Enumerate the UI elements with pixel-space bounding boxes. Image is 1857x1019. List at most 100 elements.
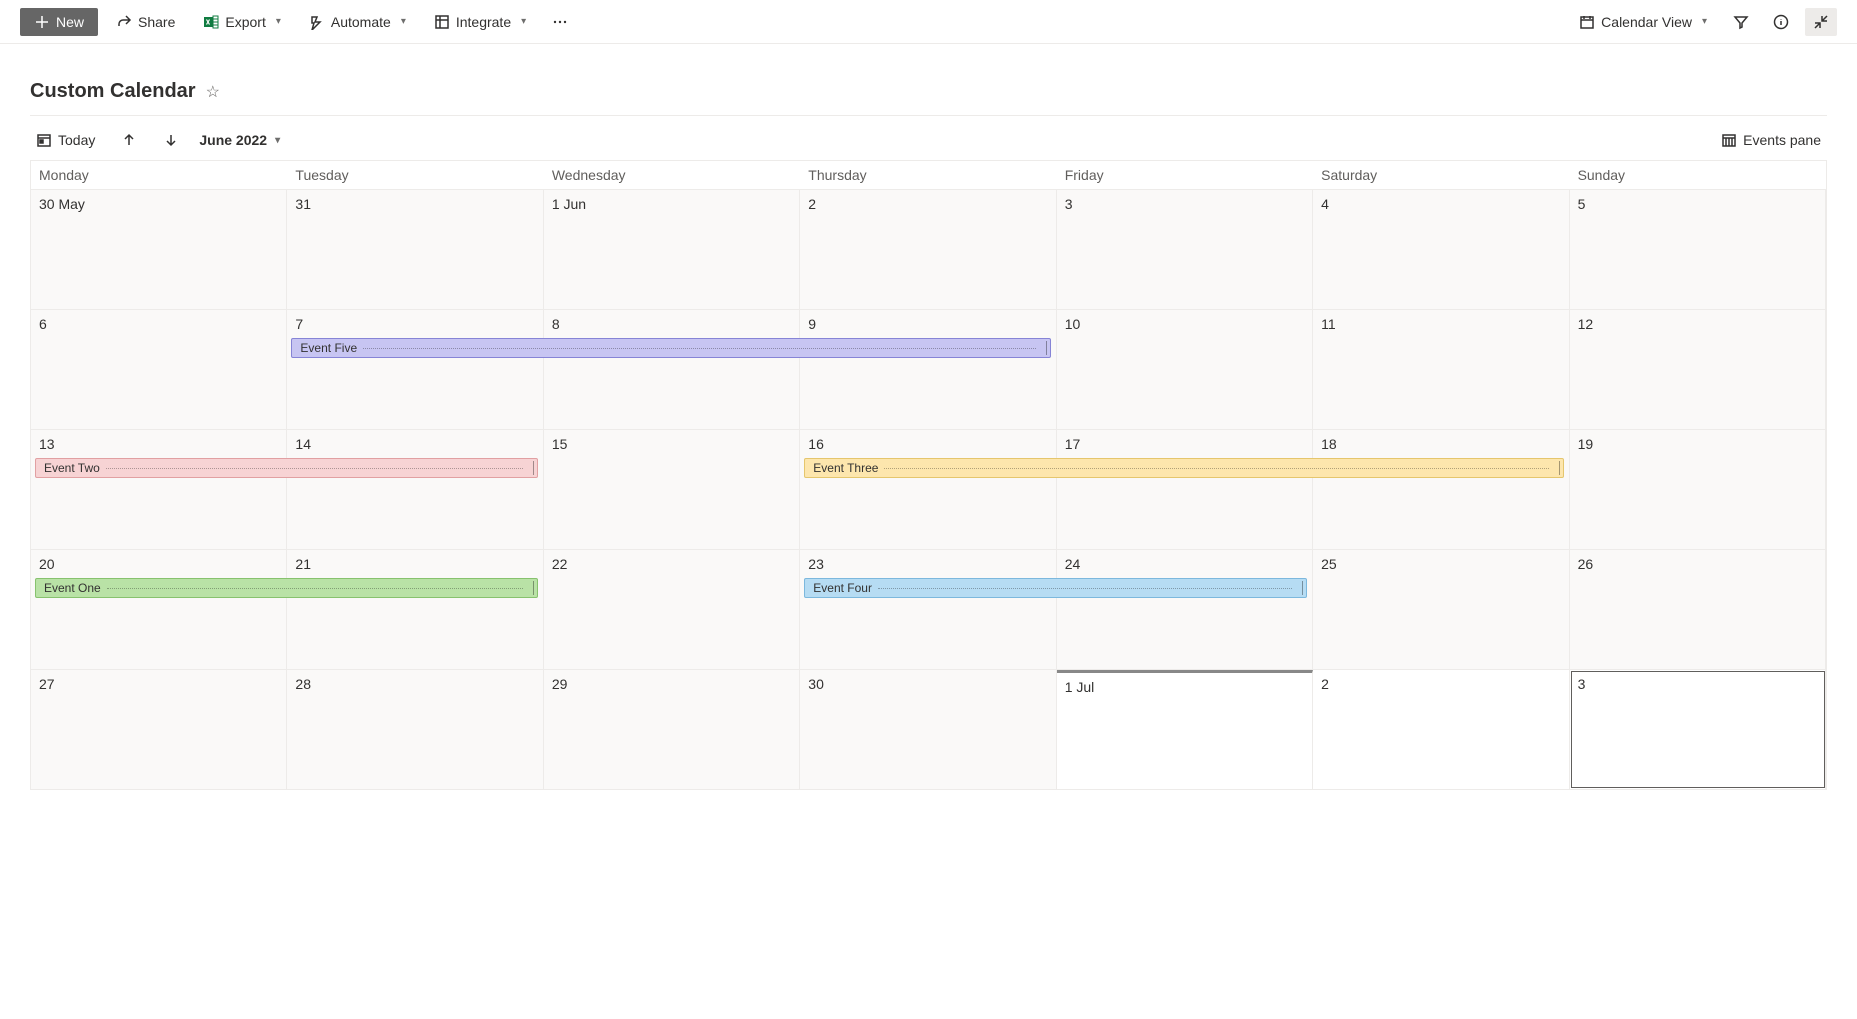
day-cell[interactable]: 2 — [800, 190, 1056, 309]
day-cell[interactable]: 15 — [544, 430, 800, 549]
event-bar[interactable]: Event Five — [291, 338, 1050, 358]
info-icon — [1773, 14, 1789, 30]
day-cell[interactable]: 13 — [31, 430, 287, 549]
day-cell[interactable]: 10 — [1057, 310, 1313, 429]
export-button[interactable]: Export ▾ — [193, 8, 291, 36]
month-label: June 2022 — [199, 132, 267, 148]
day-cell[interactable]: 20 — [31, 550, 287, 669]
day-cell[interactable]: 26 — [1570, 550, 1826, 669]
automate-icon — [309, 14, 325, 30]
integrate-button[interactable]: Integrate ▾ — [424, 8, 536, 36]
event-bar[interactable]: Event Four — [804, 578, 1307, 598]
automate-button-label: Automate — [331, 14, 391, 30]
day-cell[interactable]: 19 — [1570, 430, 1826, 549]
day-cell[interactable]: 3 — [1570, 670, 1826, 789]
day-cell[interactable]: 22 — [544, 550, 800, 669]
day-number: 21 — [295, 556, 311, 572]
weekday-header: Thursday — [800, 161, 1056, 189]
event-end-handle[interactable] — [533, 461, 534, 475]
day-cell[interactable]: 30 — [800, 670, 1056, 789]
page-title: Custom Calendar — [30, 80, 196, 103]
day-cell[interactable]: 28 — [287, 670, 543, 789]
chevron-down-icon: ▾ — [275, 135, 280, 146]
day-number: 11 — [1321, 316, 1336, 332]
day-cell[interactable]: 4 — [1313, 190, 1569, 309]
day-number: 29 — [552, 676, 568, 692]
today-button-label: Today — [58, 132, 95, 148]
day-cell[interactable]: 17 — [1057, 430, 1313, 549]
chevron-down-icon: ▾ — [1702, 16, 1707, 27]
day-number: 8 — [552, 316, 560, 332]
day-number: 18 — [1321, 436, 1337, 452]
filter-button[interactable] — [1725, 8, 1757, 36]
event-duration-line — [878, 588, 1292, 589]
week-row: 678 910 11 12 Event Five — [31, 309, 1826, 429]
day-cell[interactable]: 1 Jun — [544, 190, 800, 309]
day-cell[interactable]: 5 — [1570, 190, 1826, 309]
day-cell[interactable]: 27 — [31, 670, 287, 789]
integrate-button-label: Integrate — [456, 14, 511, 30]
event-end-handle[interactable] — [1302, 581, 1303, 595]
event-title: Event Three — [813, 461, 878, 475]
day-number: 13 — [39, 436, 55, 452]
day-cell[interactable]: 29 — [544, 670, 800, 789]
day-cell[interactable]: 18 — [1313, 430, 1569, 549]
day-cell[interactable]: 23 — [800, 550, 1056, 669]
day-number: 2 — [1321, 676, 1329, 692]
event-end-handle[interactable] — [1046, 341, 1047, 355]
day-cell[interactable]: 24 — [1057, 550, 1313, 669]
share-button[interactable]: Share — [106, 8, 185, 36]
event-bar[interactable]: Event One — [35, 578, 538, 598]
day-cell[interactable]: 1 Jul — [1057, 670, 1313, 789]
collapse-icon — [1813, 14, 1829, 30]
day-number: 26 — [1578, 556, 1594, 572]
command-bar: New Share Export ▾ Automate ▾ Integrate … — [0, 0, 1857, 44]
automate-button[interactable]: Automate ▾ — [299, 8, 416, 36]
day-cell[interactable]: 30 May — [31, 190, 287, 309]
event-title: Event Four — [813, 581, 872, 595]
chevron-down-icon: ▾ — [401, 16, 406, 27]
event-bar[interactable]: Event Two — [35, 458, 538, 478]
info-button[interactable] — [1765, 8, 1797, 36]
day-number: 1 Jul — [1065, 679, 1095, 695]
new-button[interactable]: New — [20, 8, 98, 36]
event-end-handle[interactable] — [533, 581, 534, 595]
day-cell[interactable]: 7 — [287, 310, 543, 429]
chevron-down-icon: ▾ — [276, 16, 281, 27]
favorite-star-icon[interactable]: ☆ — [206, 82, 220, 102]
day-cell[interactable]: 25 — [1313, 550, 1569, 669]
day-cell[interactable]: 6 — [31, 310, 287, 429]
month-selector[interactable]: June 2022 ▾ — [199, 132, 280, 148]
weekday-header-row: MondayTuesdayWednesdayThursdayFridaySatu… — [31, 161, 1826, 189]
day-cell[interactable]: 12 — [1570, 310, 1826, 429]
day-cell[interactable]: 8 — [544, 310, 800, 429]
day-cell[interactable]: 21 — [287, 550, 543, 669]
day-cell[interactable]: 16 — [800, 430, 1056, 549]
today-button[interactable]: Today — [30, 128, 101, 152]
calendar-icon — [1579, 14, 1595, 30]
view-selector-button[interactable]: Calendar View ▾ — [1569, 8, 1717, 36]
prev-month-button[interactable] — [115, 128, 143, 152]
day-cell[interactable]: 31 — [287, 190, 543, 309]
day-cell[interactable]: 9 — [800, 310, 1056, 429]
page-header: Custom Calendar ☆ — [30, 64, 1827, 116]
event-bar[interactable]: Event Three — [804, 458, 1563, 478]
export-button-label: Export — [225, 14, 265, 30]
more-button[interactable] — [544, 8, 576, 36]
day-number: 20 — [39, 556, 55, 572]
event-title: Event Five — [300, 341, 357, 355]
week-row: 27 28 29 30 1 Jul 2 3 — [31, 669, 1826, 789]
day-cell[interactable]: 14 — [287, 430, 543, 549]
event-end-handle[interactable] — [1559, 461, 1560, 475]
collapse-button[interactable] — [1805, 8, 1837, 36]
new-button-label: New — [56, 14, 84, 30]
day-number: 27 — [39, 676, 55, 692]
week-row: 20 21 22232425 26 Event One Event Four — [31, 549, 1826, 669]
day-cell[interactable]: 2 — [1313, 670, 1569, 789]
weekday-header: Sunday — [1570, 161, 1826, 189]
next-month-button[interactable] — [157, 128, 185, 152]
day-cell[interactable]: 3 — [1057, 190, 1313, 309]
day-number: 5 — [1578, 196, 1586, 212]
events-pane-button[interactable]: Events pane — [1715, 128, 1827, 152]
day-cell[interactable]: 11 — [1313, 310, 1569, 429]
